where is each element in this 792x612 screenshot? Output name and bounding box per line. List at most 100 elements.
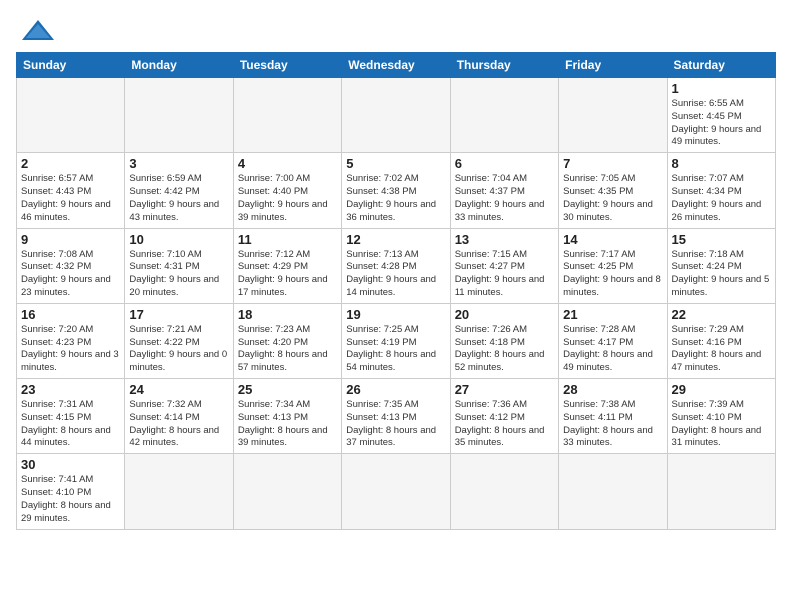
- day-info: Sunrise: 7:32 AM Sunset: 4:14 PM Dayligh…: [129, 399, 228, 450]
- calendar-cell: 19 Sunrise: 7:25 AM Sunset: 4:19 PM Dayli…: [342, 303, 450, 378]
- calendar-cell: [125, 78, 233, 153]
- day-number: 4: [238, 156, 337, 171]
- calendar-cell: 12 Sunrise: 7:13 AM Sunset: 4:28 PM Dayli…: [342, 228, 450, 303]
- calendar-cell: [233, 78, 341, 153]
- week-row-1: 1Sunrise: 6:55 AM Sunset: 4:45 PM Daylig…: [17, 78, 776, 153]
- day-number: 18: [238, 307, 337, 322]
- weekday-friday: Friday: [559, 53, 667, 78]
- calendar-cell: 26Sunrise: 7:35 AM Sunset: 4:13 PM Dayli…: [342, 379, 450, 454]
- calendar-cell: 9 Sunrise: 7:08 AM Sunset: 4:32 PM Daylig…: [17, 228, 125, 303]
- day-number: 25: [238, 382, 337, 397]
- day-number: 23: [21, 382, 120, 397]
- day-info: Sunrise: 7:07 AM Sunset: 4:34 PM Dayligh…: [672, 173, 771, 224]
- day-number: 27: [455, 382, 554, 397]
- day-info: Sunrise: 7:00 AM Sunset: 4:40 PM Dayligh…: [238, 173, 337, 224]
- calendar-cell: 3Sunrise: 6:59 AM Sunset: 4:42 PM Daylig…: [125, 153, 233, 228]
- calendar-cell: 11Sunrise: 7:12 AM Sunset: 4:29 PM Dayli…: [233, 228, 341, 303]
- day-number: 1: [672, 81, 771, 96]
- day-number: 15: [672, 232, 771, 247]
- day-info: Sunrise: 7:20 AM Sunset: 4:23 PM Dayligh…: [21, 324, 120, 375]
- calendar-cell: 21 Sunrise: 7:28 AM Sunset: 4:17 PM Dayli…: [559, 303, 667, 378]
- calendar-cell: 1Sunrise: 6:55 AM Sunset: 4:45 PM Daylig…: [667, 78, 775, 153]
- weekday-header-row: SundayMondayTuesdayWednesdayThursdayFrid…: [17, 53, 776, 78]
- calendar-cell: [667, 454, 775, 529]
- day-number: 19: [346, 307, 445, 322]
- logo-icon: [20, 18, 56, 42]
- day-info: Sunrise: 6:57 AM Sunset: 4:43 PM Dayligh…: [21, 173, 120, 224]
- weekday-thursday: Thursday: [450, 53, 558, 78]
- week-row-3: 9 Sunrise: 7:08 AM Sunset: 4:32 PM Daylig…: [17, 228, 776, 303]
- day-info: Sunrise: 7:08 AM Sunset: 4:32 PM Dayligh…: [21, 249, 120, 300]
- day-number: 30: [21, 457, 120, 472]
- calendar-cell: 17 Sunrise: 7:21 AM Sunset: 4:22 PM Dayli…: [125, 303, 233, 378]
- week-row-4: 16Sunrise: 7:20 AM Sunset: 4:23 PM Dayli…: [17, 303, 776, 378]
- weekday-sunday: Sunday: [17, 53, 125, 78]
- day-number: 13: [455, 232, 554, 247]
- weekday-saturday: Saturday: [667, 53, 775, 78]
- calendar-cell: 4 Sunrise: 7:00 AM Sunset: 4:40 PM Daylig…: [233, 153, 341, 228]
- week-row-2: 2 Sunrise: 6:57 AM Sunset: 4:43 PM Daylig…: [17, 153, 776, 228]
- day-number: 28: [563, 382, 662, 397]
- day-info: Sunrise: 7:28 AM Sunset: 4:17 PM Dayligh…: [563, 324, 662, 375]
- day-number: 20: [455, 307, 554, 322]
- calendar-cell: 6Sunrise: 7:04 AM Sunset: 4:37 PM Daylig…: [450, 153, 558, 228]
- calendar-cell: 14 Sunrise: 7:17 AM Sunset: 4:25 PM Dayli…: [559, 228, 667, 303]
- day-info: Sunrise: 7:10 AM Sunset: 4:31 PM Dayligh…: [129, 249, 228, 300]
- day-number: 24: [129, 382, 228, 397]
- calendar-cell: 27Sunrise: 7:36 AM Sunset: 4:12 PM Dayli…: [450, 379, 558, 454]
- day-info: Sunrise: 7:02 AM Sunset: 4:38 PM Dayligh…: [346, 173, 445, 224]
- day-info: Sunrise: 7:25 AM Sunset: 4:19 PM Dayligh…: [346, 324, 445, 375]
- day-number: 17: [129, 307, 228, 322]
- calendar-cell: 24 Sunrise: 7:32 AM Sunset: 4:14 PM Dayli…: [125, 379, 233, 454]
- day-number: 8: [672, 156, 771, 171]
- calendar-cell: [342, 454, 450, 529]
- calendar-cell: 10 Sunrise: 7:10 AM Sunset: 4:31 PM Dayli…: [125, 228, 233, 303]
- day-number: 22: [672, 307, 771, 322]
- calendar-cell: 25 Sunrise: 7:34 AM Sunset: 4:13 PM Dayli…: [233, 379, 341, 454]
- calendar-cell: 2 Sunrise: 6:57 AM Sunset: 4:43 PM Daylig…: [17, 153, 125, 228]
- day-info: Sunrise: 7:15 AM Sunset: 4:27 PM Dayligh…: [455, 249, 554, 300]
- day-info: Sunrise: 7:17 AM Sunset: 4:25 PM Dayligh…: [563, 249, 662, 300]
- day-info: Sunrise: 7:23 AM Sunset: 4:20 PM Dayligh…: [238, 324, 337, 375]
- calendar-cell: 16Sunrise: 7:20 AM Sunset: 4:23 PM Dayli…: [17, 303, 125, 378]
- weekday-wednesday: Wednesday: [342, 53, 450, 78]
- calendar-cell: [233, 454, 341, 529]
- day-number: 7: [563, 156, 662, 171]
- calendar-table: SundayMondayTuesdayWednesdayThursdayFrid…: [16, 52, 776, 530]
- calendar-cell: 28Sunrise: 7:38 AM Sunset: 4:11 PM Dayli…: [559, 379, 667, 454]
- weekday-monday: Monday: [125, 53, 233, 78]
- calendar-cell: 29 Sunrise: 7:39 AM Sunset: 4:10 PM Dayli…: [667, 379, 775, 454]
- day-number: 14: [563, 232, 662, 247]
- day-info: Sunrise: 7:12 AM Sunset: 4:29 PM Dayligh…: [238, 249, 337, 300]
- day-info: Sunrise: 7:05 AM Sunset: 4:35 PM Dayligh…: [563, 173, 662, 224]
- calendar-cell: 23 Sunrise: 7:31 AM Sunset: 4:15 PM Dayli…: [17, 379, 125, 454]
- day-info: Sunrise: 7:29 AM Sunset: 4:16 PM Dayligh…: [672, 324, 771, 375]
- page: SundayMondayTuesdayWednesdayThursdayFrid…: [0, 0, 792, 612]
- day-info: Sunrise: 7:34 AM Sunset: 4:13 PM Dayligh…: [238, 399, 337, 450]
- day-number: 10: [129, 232, 228, 247]
- day-number: 2: [21, 156, 120, 171]
- day-info: Sunrise: 7:26 AM Sunset: 4:18 PM Dayligh…: [455, 324, 554, 375]
- calendar-cell: 7 Sunrise: 7:05 AM Sunset: 4:35 PM Daylig…: [559, 153, 667, 228]
- day-info: Sunrise: 7:41 AM Sunset: 4:10 PM Dayligh…: [21, 474, 120, 525]
- week-row-6: 30 Sunrise: 7:41 AM Sunset: 4:10 PM Dayli…: [17, 454, 776, 529]
- calendar-cell: [17, 78, 125, 153]
- calendar-cell: [125, 454, 233, 529]
- day-info: Sunrise: 7:13 AM Sunset: 4:28 PM Dayligh…: [346, 249, 445, 300]
- day-number: 21: [563, 307, 662, 322]
- calendar-cell: 13 Sunrise: 7:15 AM Sunset: 4:27 PM Dayli…: [450, 228, 558, 303]
- calendar-cell: 5Sunrise: 7:02 AM Sunset: 4:38 PM Daylig…: [342, 153, 450, 228]
- day-number: 29: [672, 382, 771, 397]
- calendar-cell: [342, 78, 450, 153]
- day-number: 9: [21, 232, 120, 247]
- day-number: 12: [346, 232, 445, 247]
- calendar-cell: [559, 454, 667, 529]
- day-info: Sunrise: 7:39 AM Sunset: 4:10 PM Dayligh…: [672, 399, 771, 450]
- day-info: Sunrise: 7:21 AM Sunset: 4:22 PM Dayligh…: [129, 324, 228, 375]
- header: [16, 16, 776, 42]
- day-info: Sunrise: 7:18 AM Sunset: 4:24 PM Dayligh…: [672, 249, 771, 300]
- day-info: Sunrise: 7:31 AM Sunset: 4:15 PM Dayligh…: [21, 399, 120, 450]
- logo: [16, 16, 56, 42]
- calendar-cell: 15 Sunrise: 7:18 AM Sunset: 4:24 PM Dayli…: [667, 228, 775, 303]
- day-number: 3: [129, 156, 228, 171]
